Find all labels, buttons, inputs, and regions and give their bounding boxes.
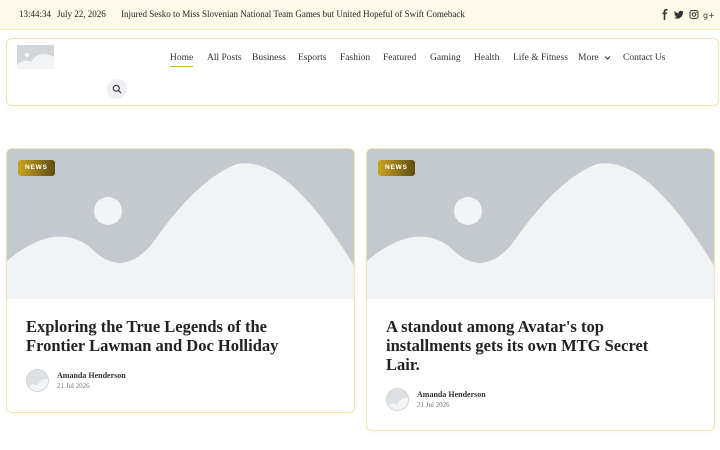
google-plus-icon[interactable]: g+ <box>703 9 715 20</box>
post-date: 21 Jul 2026 <box>57 382 90 390</box>
author-avatar[interactable] <box>386 388 409 411</box>
nav-contact-us[interactable]: Contact Us <box>623 53 665 63</box>
author-name[interactable]: Amanda Henderson <box>417 390 486 399</box>
post-title-line: installments gets its own MTG Secret <box>386 336 649 355</box>
svg-text:g+: g+ <box>703 11 715 20</box>
post-title-line: Exploring the True Legends of the <box>26 317 267 336</box>
nav-fashion[interactable]: Fashion <box>340 53 370 63</box>
post-card[interactable]: NEWS A standout among Avatar's top insta… <box>366 148 715 431</box>
nav-business[interactable]: Business <box>252 53 286 63</box>
instagram-icon[interactable] <box>689 9 699 20</box>
news-ticker[interactable]: Injured Sesko to Miss Slovenian National… <box>121 9 465 19</box>
category-badge[interactable]: NEWS <box>378 160 415 176</box>
post-title-line: Frontier Lawman and Doc Holliday <box>26 336 279 355</box>
author-avatar[interactable] <box>26 369 49 392</box>
nav-all-posts[interactable]: All Posts <box>207 53 242 63</box>
chevron-down-icon <box>604 56 611 61</box>
nav-esports[interactable]: Esports <box>298 53 327 63</box>
category-badge[interactable]: NEWS <box>18 160 55 176</box>
post-date: 21 Jul 2026 <box>417 401 450 409</box>
search-button[interactable] <box>107 79 127 99</box>
post-title-line: A standout among Avatar's top <box>386 317 604 336</box>
post-title[interactable]: A standout among Avatar's top installmen… <box>386 317 648 374</box>
post-title[interactable]: Exploring the True Legends of the Fronti… <box>26 317 278 355</box>
nav-more[interactable]: More <box>578 53 611 63</box>
nav-gaming[interactable]: Gaming <box>430 53 461 63</box>
post-card[interactable]: NEWS Exploring the True Legends of the F… <box>6 148 355 413</box>
site-header: Home All Posts Business Esports Fashion … <box>6 38 719 106</box>
nav-home[interactable]: Home <box>170 53 194 67</box>
facebook-icon[interactable] <box>660 9 670 20</box>
nav-health[interactable]: Health <box>474 53 499 63</box>
current-date: July 22, 2026 <box>57 9 106 19</box>
author-name[interactable]: Amanda Henderson <box>57 371 126 380</box>
search-icon <box>112 84 122 94</box>
nav-life-fitness[interactable]: Life & Fitness <box>513 53 568 63</box>
top-bar: 13:44:34 July 22, 2026 Injured Sesko to … <box>0 0 720 30</box>
current-time: 13:44:34 <box>19 9 52 19</box>
site-logo[interactable] <box>17 45 54 69</box>
post-title-line: Lair. <box>386 355 420 374</box>
nav-featured[interactable]: Featured <box>383 53 416 63</box>
nav-more-label: More <box>578 53 599 63</box>
post-image-placeholder[interactable]: NEWS <box>7 149 354 299</box>
twitter-icon[interactable] <box>674 9 684 20</box>
post-image-placeholder[interactable]: NEWS <box>367 149 714 299</box>
